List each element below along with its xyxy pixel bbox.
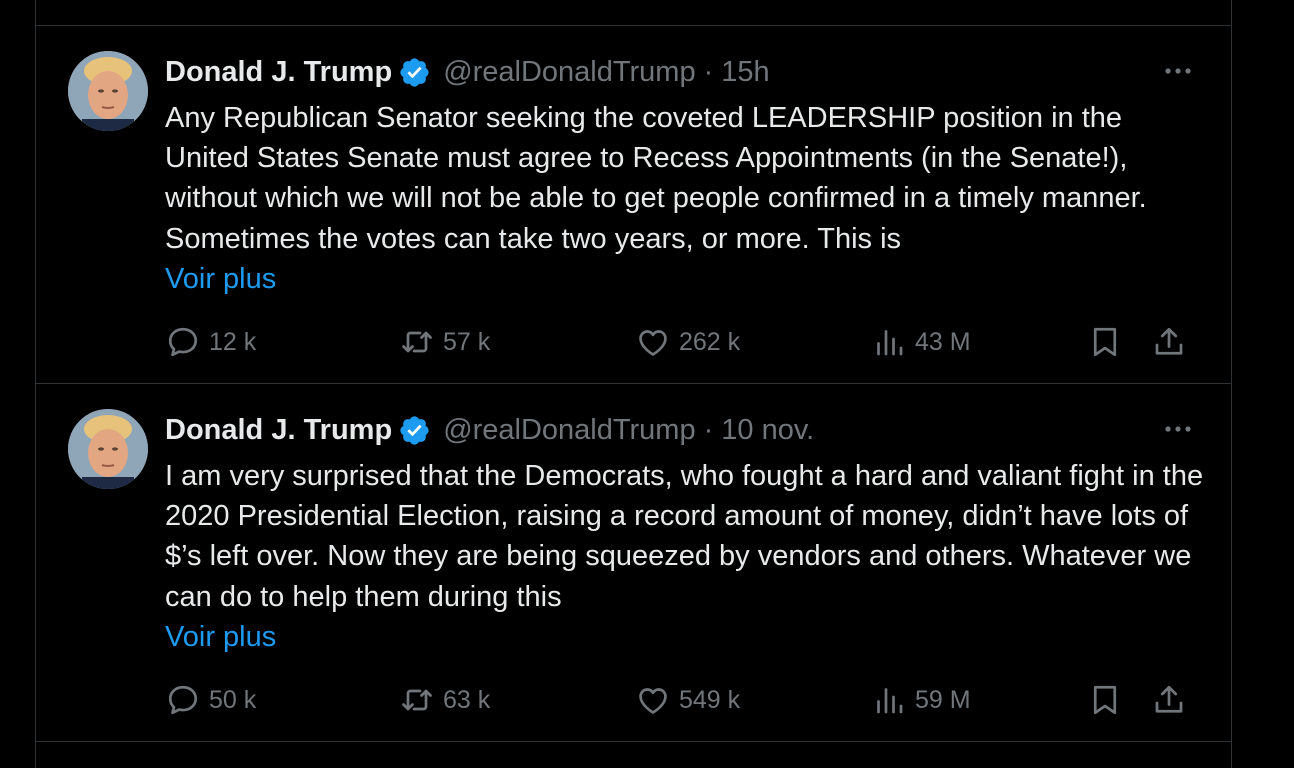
bookmark-icon [1093,685,1117,715]
share-button[interactable] [1151,322,1195,362]
avatar[interactable] [68,409,148,489]
tweet-header: Donald J. Trump @realDonaldTrump · 15h [165,54,770,90]
timestamp[interactable]: 10 nov. [721,414,814,447]
author-handle[interactable]: @realDonaldTrump [443,414,695,447]
timestamp[interactable]: 15h [721,56,769,89]
like-button[interactable]: 549 k [635,680,740,720]
views-count: 43 M [915,327,971,356]
like-button[interactable]: 262 k [635,322,740,362]
like-count: 549 k [679,685,741,714]
reply-button[interactable]: 12 k [165,322,256,362]
show-more-link[interactable]: Voir plus [165,259,1205,299]
more-icon[interactable] [1160,56,1196,86]
verified-badge-icon [400,57,429,87]
share-icon [1155,327,1183,355]
verified-badge-icon [400,415,429,445]
bookmark-button[interactable] [1087,680,1131,720]
bookmark-button[interactable] [1087,322,1131,362]
views-button[interactable]: 59 M [871,680,971,720]
action-bar: 12 k 57 k 262 k 43 M [165,322,1201,362]
repost-button[interactable]: 63 k [399,680,490,720]
views-icon [877,688,903,714]
action-bar: 50 k 63 k 549 k 59 M [165,680,1201,720]
avatar-portrait [68,51,148,131]
views-count: 59 M [915,685,971,714]
timeline: Donald J. Trump @realDonaldTrump · 15h A… [35,0,1232,768]
repost-count: 57 k [443,327,491,356]
more-icon[interactable] [1160,414,1196,444]
tweet-header: Donald J. Trump @realDonaldTrump · 10 no… [165,412,814,448]
repost-icon [402,331,432,353]
avatar-portrait [68,409,148,489]
share-button[interactable] [1151,680,1195,720]
bookmark-icon [1093,327,1117,357]
reply-count: 50 k [209,685,257,714]
separator: · [703,413,714,446]
author-name[interactable]: Donald J. Trump [165,414,392,447]
tweet[interactable]: Donald J. Trump @realDonaldTrump · 10 no… [36,384,1231,741]
like-icon [639,330,667,356]
tweet-body: Any Republican Senator seeking the covet… [165,98,1205,299]
repost-count: 63 k [443,685,491,714]
repost-button[interactable]: 57 k [399,322,490,362]
tweet-body: I am very surprised that the Democrats, … [165,456,1205,657]
tweet-text: I am very surprised that the Democrats, … [165,460,1204,613]
tweet-divider [36,741,1231,742]
author-handle[interactable]: @realDonaldTrump [443,56,695,89]
reply-count: 12 k [209,327,257,356]
repost-icon [402,689,432,711]
views-button[interactable]: 43 M [871,322,971,362]
avatar[interactable] [68,51,148,131]
show-more-link[interactable]: Voir plus [165,617,1205,657]
author-name[interactable]: Donald J. Trump [165,56,392,89]
share-icon [1155,685,1183,713]
views-icon [877,330,903,356]
reply-button[interactable]: 50 k [165,680,256,720]
tweet[interactable]: Donald J. Trump @realDonaldTrump · 15h A… [36,26,1231,383]
like-count: 262 k [679,327,741,356]
separator: · [703,55,714,88]
reply-icon [168,685,198,715]
reply-icon [168,327,198,357]
like-icon [639,688,667,714]
tweet-text: Any Republican Senator seeking the covet… [165,102,1147,255]
